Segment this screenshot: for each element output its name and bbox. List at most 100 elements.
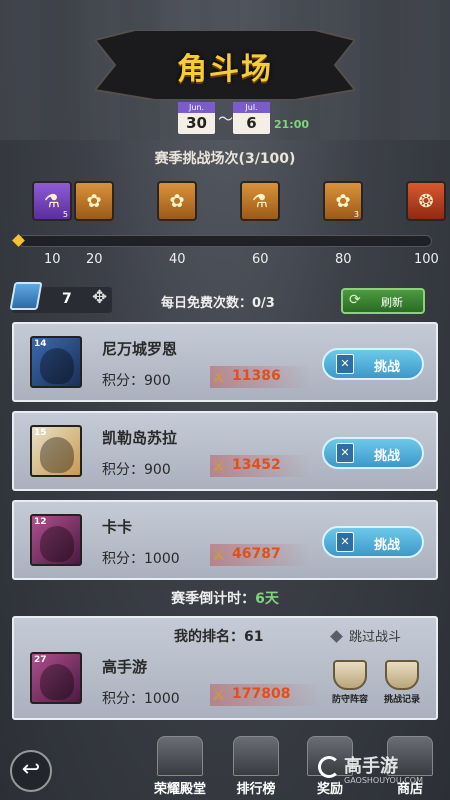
my-score: 积分：1000 [102,691,180,707]
leaderboard-icon [233,736,279,776]
rosette-icon: ✿ [86,191,102,212]
avatar-face [40,348,74,384]
challenge-button[interactable]: ✕ 挑战 [322,348,424,380]
defense-label: 防守阵容 [331,695,368,705]
challenge-button[interactable]: ✕ 挑战 [322,437,424,469]
crossed-swords-icon: ⚔ [212,546,226,564]
nav-leaderboard[interactable]: 排行榜 [216,736,296,797]
level-badge: 27 [34,655,47,665]
avatar-face [40,437,74,473]
add-ticket-button[interactable]: ✥ [92,287,107,308]
challenge-record-button[interactable]: 挑战记录 [380,660,424,705]
opponent-score: 积分：900 [102,462,171,478]
reward-80[interactable]: ✿ 3 [323,181,363,221]
power-value: 46787 [232,546,281,562]
watermark-sub: GAOSHOUYOU.COM [344,776,424,785]
my-name: 高手游 [102,658,148,676]
nav-label: 排行榜 [236,782,276,797]
daily-free-times: 每日免费次数：0/3 [161,296,275,311]
reward-count: 3 [353,210,359,219]
end-month: Jul. [233,102,270,113]
watermark-text: 高手游 [344,756,398,777]
avatar: 27 [30,652,82,704]
back-button[interactable]: ↩ [10,750,52,792]
challenge-label: 挑战 [374,360,401,375]
avatar: 14 [30,336,82,388]
reward-60[interactable]: ⚗ [240,181,280,221]
refresh-icon: ⟳ [349,292,361,308]
my-rank-card: 我的排名：61 跳过战斗 27 高手游 积分：1000 ⚔ 177808 防守阵容… [12,616,438,720]
power-value: 11386 [232,368,281,384]
skip-label: 跳过战斗 [349,630,402,645]
rosette-icon: ✿ [335,191,351,212]
scroll-icon [385,660,419,690]
opponent-score: 积分：1000 [102,551,180,567]
monster-icon: ❂ [418,191,434,212]
ticket-icon: ✕ [336,532,354,552]
ticket-icon [9,282,43,310]
avatar: 15 [30,425,82,477]
level-badge: 14 [34,339,47,349]
opponent-card: 15 凯勒岛苏拉 积分：900 ⚔ 13452 ✕ 挑战 [12,411,438,491]
end-time: 21:00 [274,118,310,131]
start-date: Jun. 30 [178,102,215,134]
power-display: ⚔ 11386 [210,366,310,388]
nav-hall-of-glory[interactable]: 荣耀殿堂 [140,736,220,797]
reward-40[interactable]: ✿ [157,181,197,221]
date-separator: 〜 [218,110,234,128]
checkbox-icon [330,630,343,643]
avatar-face [40,664,74,700]
potion-icon: ⚗ [43,191,61,212]
skip-battle-toggle[interactable]: 跳过战斗 [330,626,402,645]
challenge-label: 挑战 [374,449,401,464]
opponent-name: 尼万城罗恩 [102,340,178,358]
watermark-logo-icon [318,756,340,778]
crossed-swords-icon: ⚔ [212,686,226,704]
reward-20[interactable]: ✿ [74,181,114,221]
power-display: ⚔ 13452 [210,455,310,477]
ticket-counter: 7 ✥ [9,282,112,313]
end-date: Jul. 6 [233,102,270,134]
helmet-icon [333,660,367,690]
level-badge: 12 [34,517,47,527]
power-value: 13452 [232,457,281,473]
tick-label: 10 [44,252,61,267]
season-battle-count: 赛季挑战场次(3/100) [154,151,296,167]
end-day: 6 [246,114,257,132]
avatar-face [40,526,74,562]
potion-icon: ⚗ [251,191,269,212]
opponent-name: 凯勒岛苏拉 [102,429,178,447]
season-countdown: 赛季倒计时：6天 [0,588,450,608]
record-label: 挑战记录 [383,695,420,705]
season-dates: Jun. 30 〜 Jul. 6 21:00 [178,102,328,136]
tick-label: 60 [252,252,269,267]
power-display: ⚔ 177808 [210,684,320,706]
ticket-count: 7 [62,291,72,307]
crossed-swords-icon: ⚔ [212,368,226,386]
countdown-label: 赛季倒计时： [171,591,256,607]
hall-icon [157,736,203,776]
start-day: 30 [186,114,207,132]
tick-label: 20 [86,252,103,267]
page-title: 角斗场 [177,52,273,87]
crossed-swords-icon: ⚔ [212,457,226,475]
rosette-icon: ✿ [169,191,185,212]
refresh-button[interactable]: ⟳ 刷新 [341,288,425,314]
reward-100[interactable]: ❂ [406,181,446,221]
refresh-label: 刷新 [381,296,403,309]
my-rank: 我的排名：61 [174,629,264,645]
opponent-card: 12 卡卡 积分：1000 ⚔ 46787 ✕ 挑战 [12,500,438,580]
opponent-score: 积分：900 [102,373,171,389]
defense-lineup-button[interactable]: 防守阵容 [328,660,372,705]
title-banner: 角斗场 [95,30,355,100]
avatar: 12 [30,514,82,566]
ticket-icon: ✕ [336,443,354,463]
tick-label: 80 [335,252,352,267]
ticket-icon: ✕ [336,354,354,374]
countdown-value: 6天 [255,591,279,607]
tick-label: 40 [169,252,186,267]
opponent-name: 卡卡 [102,518,133,536]
challenge-button[interactable]: ✕ 挑战 [322,526,424,558]
season-progress-bar [18,235,432,247]
reward-10[interactable]: ⚗ 5 [32,181,72,221]
